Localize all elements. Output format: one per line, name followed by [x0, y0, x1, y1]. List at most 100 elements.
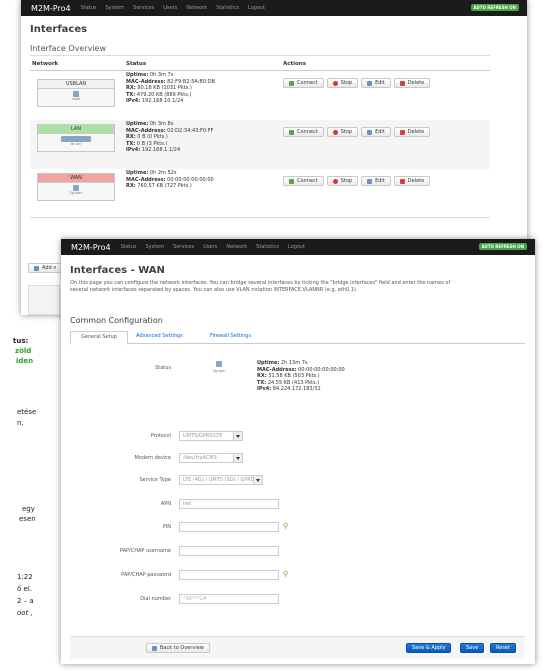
connect-button[interactable]: Connect: [283, 78, 324, 88]
menu-status[interactable]: Status: [121, 244, 137, 250]
edit-icon: [367, 178, 373, 184]
modem-device-select[interactable]: /dev/ttyACM3: [179, 453, 243, 463]
button-label: Stop: [340, 178, 353, 184]
edit-icon: [367, 80, 373, 86]
button-label: Delete: [407, 80, 425, 86]
status-device: 3g-wan: [212, 369, 226, 373]
save-apply-button[interactable]: Save & Apply: [406, 643, 452, 653]
pap-username-input[interactable]: [179, 546, 279, 556]
brand-logo[interactable]: M2M-Pro4: [61, 243, 121, 252]
button-label: Edit: [375, 129, 385, 135]
status-key: IPv4:: [257, 386, 272, 393]
delete-button[interactable]: Delete: [393, 176, 431, 186]
button-label: Connect: [297, 178, 318, 184]
status-value: 192.168.1.1/24: [140, 147, 181, 154]
menu-network[interactable]: Network: [186, 5, 207, 11]
tab-firewall-settings[interactable]: Firewall Settings: [210, 331, 251, 342]
button-label: Add n: [42, 265, 57, 271]
connect-button[interactable]: Connect: [283, 176, 324, 186]
menu-statistics[interactable]: Statistics: [256, 244, 279, 250]
tab-general-setup[interactable]: General Setup: [70, 331, 128, 345]
side-fragment: etése: [17, 408, 37, 416]
protocol-label: Protocol: [150, 433, 171, 439]
interface-name: LAN: [38, 125, 114, 134]
dial-number-label: Dial number: [140, 596, 171, 602]
status-label: Status: [155, 365, 171, 371]
menu-system[interactable]: System: [106, 5, 125, 11]
stop-button[interactable]: Stop: [326, 127, 359, 137]
side-fragment: iden: [16, 357, 34, 365]
edit-button[interactable]: Edit: [361, 78, 391, 88]
save-button[interactable]: Save: [460, 643, 485, 653]
status-value: 760.57 KB (727 Pkts.): [135, 183, 192, 190]
menu-system[interactable]: System: [146, 244, 165, 250]
tab-advanced-settings[interactable]: Advanced Settings: [136, 331, 183, 342]
edit-button[interactable]: Edit: [361, 127, 391, 137]
table-row: WAN 3g-wan Uptime: 0h 2m 52s MAC-Address…: [30, 169, 490, 218]
add-interface-button[interactable]: Add n: [28, 263, 63, 273]
apn-input[interactable]: net: [179, 499, 279, 509]
brand-logo[interactable]: M2M-Pro4: [21, 4, 81, 13]
status-key: RX:: [126, 134, 136, 141]
column-header-status: Status: [126, 61, 147, 67]
menu-users[interactable]: Users: [163, 5, 177, 11]
menu-logout[interactable]: Logout: [248, 5, 265, 11]
status-value: 0 B (0 Pkts.): [135, 134, 168, 141]
protocol-select[interactable]: UMTS/GPRS/LTE: [179, 431, 243, 441]
connect-button[interactable]: Connect: [283, 127, 324, 137]
status-key: MAC-Address:: [257, 366, 297, 373]
interface-badge-wan: WAN 3g-wan: [37, 173, 115, 201]
connect-icon: [289, 178, 294, 184]
reveal-password-icon[interactable]: ⚲: [283, 522, 288, 530]
status-key: MAC-Address:: [126, 176, 166, 183]
auto-refresh-badge[interactable]: AUTO REFRESH ON: [478, 243, 527, 250]
status-value: 90.18 KB (1031 Pkts.): [135, 85, 192, 92]
stop-button[interactable]: Stop: [326, 176, 359, 186]
status-value: 84.224.172.183/32: [271, 386, 321, 393]
status-key: Uptime:: [126, 121, 149, 127]
side-fragment: oot ,: [17, 609, 33, 617]
select-value: LTE (4G) / UMTS (3G) / GPRS (: [183, 477, 258, 483]
status-value: 00:00:00:00:00:00: [165, 176, 214, 183]
status-key: RX:: [126, 183, 136, 190]
edit-button[interactable]: Edit: [361, 176, 391, 186]
reset-button[interactable]: Reset: [490, 643, 516, 653]
select-value: /dev/ttyACM3: [183, 455, 217, 461]
button-label: Edit: [375, 80, 385, 86]
interface-device: usb0: [71, 97, 81, 101]
menu-services[interactable]: Services: [173, 244, 194, 250]
delete-button[interactable]: Delete: [393, 78, 431, 88]
menu-logout[interactable]: Logout: [288, 244, 305, 250]
section-title: Interface Overview: [30, 44, 107, 53]
button-label: Connect: [297, 80, 318, 86]
reveal-password-icon[interactable]: ⚲: [283, 570, 288, 578]
menu-services[interactable]: Services: [133, 5, 154, 11]
row-actions: Connect Stop Edit Delete: [283, 127, 431, 137]
interface-badge-lan: LAN br-lan: [37, 124, 115, 152]
status-key: RX:: [126, 85, 136, 92]
menu-users[interactable]: Users: [203, 244, 217, 250]
interface-name: WAN: [38, 174, 114, 183]
status-value: 00:00:00:00:00:00: [296, 366, 345, 373]
auto-refresh-badge[interactable]: AUTO REFRESH ON: [470, 4, 519, 11]
stop-button[interactable]: Stop: [326, 78, 359, 88]
network-icon: [216, 361, 222, 367]
status-info: Uptime: 0h 2m 52s MAC-Address: 00:00:00:…: [126, 170, 214, 190]
service-type-select[interactable]: LTE (4G) / UMTS (3G) / GPRS (: [179, 475, 263, 485]
back-to-overview-button[interactable]: Back to Overview: [146, 643, 210, 653]
menu-status[interactable]: Status: [81, 5, 97, 11]
add-icon: [34, 265, 39, 271]
menu-network[interactable]: Network: [226, 244, 247, 250]
pin-input[interactable]: [179, 522, 279, 532]
description-line: several network interfaces separated by …: [70, 287, 358, 293]
side-fragment: esen: [19, 515, 36, 523]
dial-number-input[interactable]: *99***1#: [179, 594, 279, 604]
status-value: 479.20 KB (889 Pkts.): [135, 91, 192, 98]
pap-password-input[interactable]: [179, 570, 279, 580]
status-value: 2h 13m 7s: [279, 360, 308, 366]
side-fragment: tus:: [13, 337, 29, 345]
interfaces-wan-window: M2M-Pro4 Status System Services Users Ne…: [61, 239, 535, 664]
side-fragment: 2 – a: [17, 597, 34, 605]
delete-button[interactable]: Delete: [393, 127, 431, 137]
menu-statistics[interactable]: Statistics: [216, 5, 239, 11]
